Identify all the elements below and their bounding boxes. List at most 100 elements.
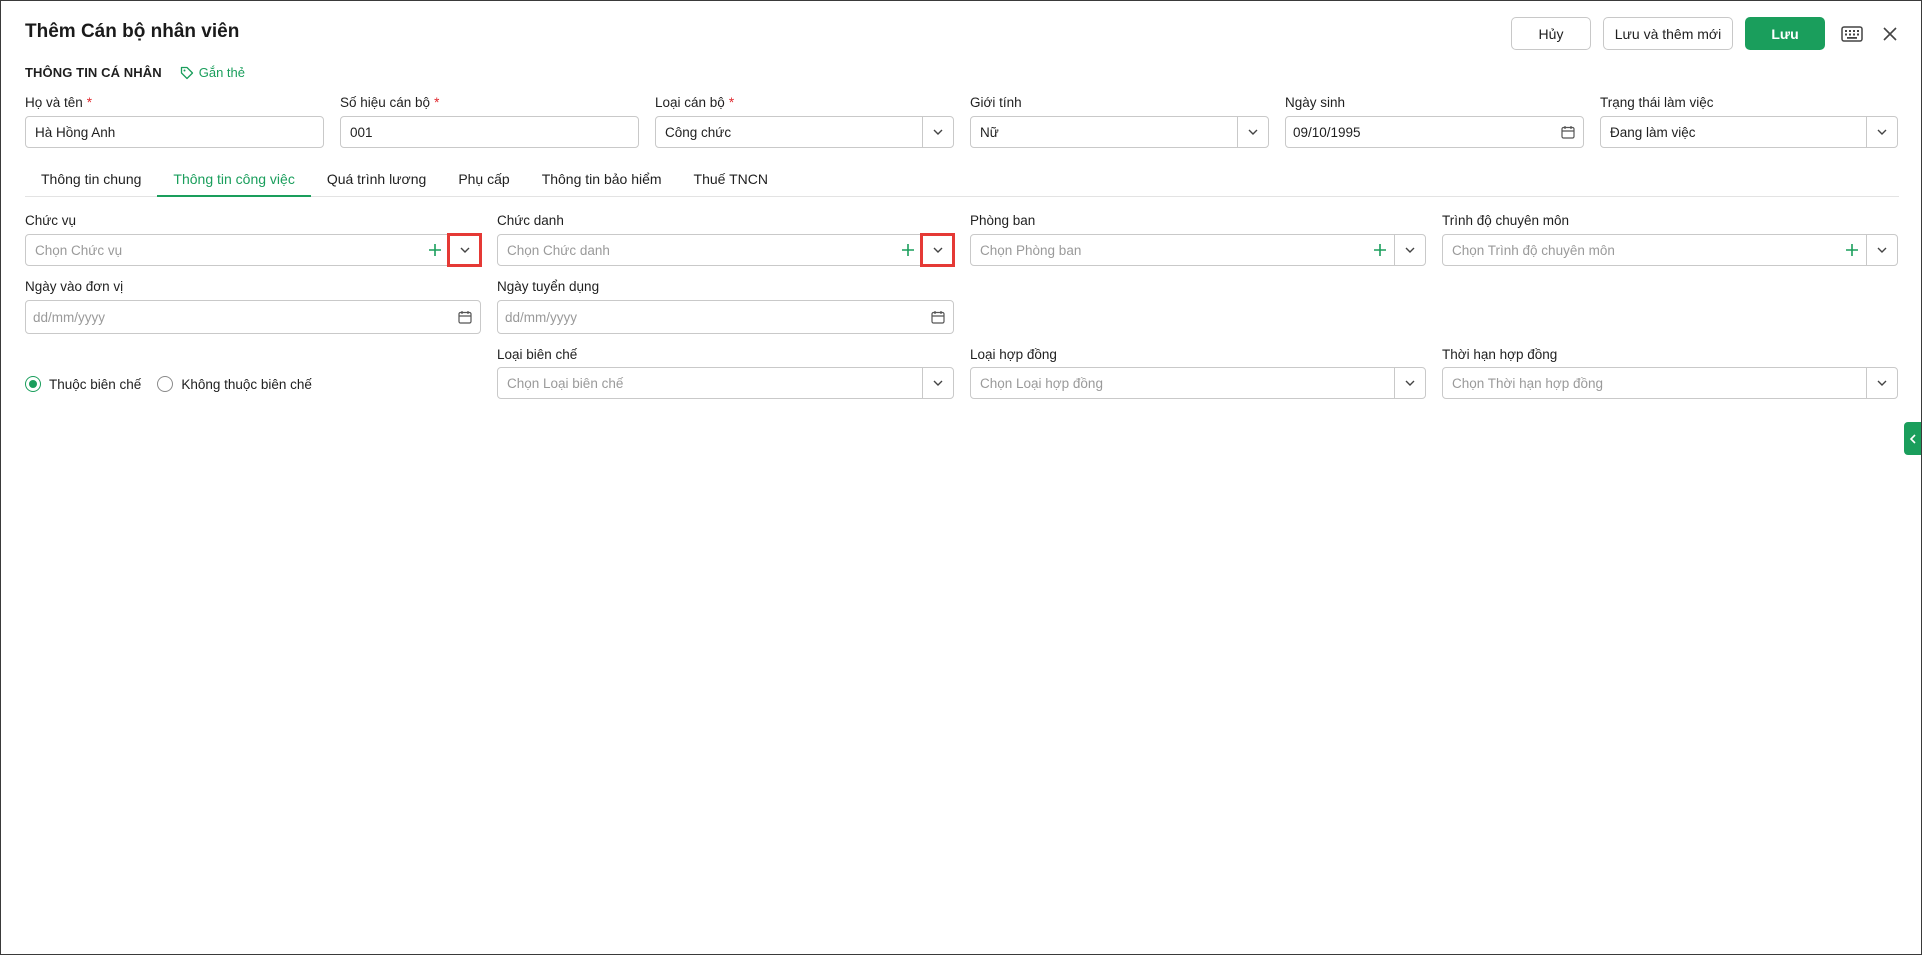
calendar-icon[interactable] <box>923 301 953 333</box>
join-date-field: Ngày vào đơn vị dd/mm/yyyy <box>25 278 481 334</box>
chevron-down-icon[interactable] <box>1866 368 1897 398</box>
add-department-plus-icon[interactable] <box>1366 235 1394 265</box>
radio-in-payroll[interactable]: Thuộc biên chế <box>25 376 141 392</box>
chevron-down-icon[interactable] <box>1237 117 1268 147</box>
full-name-value: Hà Hồng Anh <box>35 124 116 140</box>
contract-type-field: Loại hợp đồng Chọn Loại hợp đồng <box>970 346 1426 399</box>
qualification-select[interactable]: Chọn Trình độ chuyên môn <box>1442 234 1898 266</box>
header-actions: Hủy Lưu và thêm mới Lưu <box>1511 17 1905 50</box>
contract-type-placeholder: Chọn Loại hợp đồng <box>980 375 1103 391</box>
contract-term-select[interactable]: Chọn Thời hạn hợp đồng <box>1442 367 1898 399</box>
radio-unchecked-icon <box>157 376 174 392</box>
tab-insurance[interactable]: Thông tin bảo hiểm <box>526 167 678 197</box>
staff-type-label: Loại cán bộ <box>655 95 725 110</box>
payroll-type-select[interactable]: Chọn Loại biên chế <box>497 367 954 399</box>
chevron-down-icon[interactable] <box>447 233 482 267</box>
contract-term-field: Thời hạn hợp đồng Chọn Thời hạn hợp đồng <box>1442 346 1898 399</box>
join-date-placeholder: dd/mm/yyyy <box>33 309 106 325</box>
qualification-placeholder: Chọn Trình độ chuyên môn <box>1452 242 1615 258</box>
chevron-down-icon[interactable] <box>1866 117 1897 147</box>
personal-info-header: THÔNG TIN CÁ NHÂN Gắn thẻ <box>25 65 245 80</box>
department-select[interactable]: Chọn Phòng ban <box>970 234 1426 266</box>
position-select[interactable]: Chọn Chức vụ <box>25 233 482 267</box>
gender-value: Nữ <box>980 124 999 140</box>
work-status-select[interactable]: Đang làm việc <box>1600 116 1898 148</box>
qualification-field: Trình độ chuyên môn Chọn Trình độ chuyên… <box>1442 212 1898 266</box>
department-label: Phòng ban <box>970 213 1036 228</box>
chevron-down-icon[interactable] <box>920 233 955 267</box>
gender-label: Giới tính <box>970 95 1022 110</box>
join-date-input[interactable]: dd/mm/yyyy <box>25 300 481 334</box>
tab-salary-history[interactable]: Quá trình lương <box>311 167 443 197</box>
required-mark: * <box>434 95 440 110</box>
cancel-button[interactable]: Hủy <box>1511 17 1591 50</box>
add-employee-dialog: Thêm Cán bộ nhân viên Hủy Lưu và thêm mớ… <box>0 0 1922 955</box>
calendar-icon[interactable] <box>450 301 480 333</box>
staff-type-field: Loại cán bộ * Công chức <box>655 94 954 148</box>
radio-checked-icon <box>25 376 41 392</box>
keyboard-icon[interactable] <box>1837 19 1867 49</box>
birthday-label: Ngày sinh <box>1285 95 1346 110</box>
tab-general[interactable]: Thông tin chung <box>25 167 157 197</box>
work-status-field: Trạng thái làm việc Đang làm việc <box>1600 94 1898 148</box>
staff-code-input[interactable]: 001 <box>340 116 639 148</box>
payroll-radio-group: Thuộc biên chế Không thuộc biên chế <box>25 376 328 392</box>
birthday-field: Ngày sinh 09/10/1995 <box>1285 94 1584 148</box>
staff-type-select[interactable]: Công chức <box>655 116 954 148</box>
contract-term-label: Thời hạn hợp đồng <box>1442 347 1558 362</box>
radio-not-in-payroll[interactable]: Không thuộc biên chế <box>157 376 312 392</box>
chevron-down-icon[interactable] <box>1394 368 1425 398</box>
add-job-title-plus-icon[interactable] <box>894 235 922 265</box>
staff-code-label: Số hiệu cán bộ <box>340 95 431 110</box>
tab-income-tax[interactable]: Thuế TNCN <box>678 167 784 197</box>
chevron-down-icon[interactable] <box>922 368 953 398</box>
full-name-input[interactable]: Hà Hồng Anh <box>25 116 324 148</box>
tab-work-info[interactable]: Thông tin công việc <box>157 167 311 197</box>
tab-bar: Thông tin chung Thông tin công việc Quá … <box>25 167 1899 197</box>
chevron-down-icon[interactable] <box>1866 235 1897 265</box>
contract-type-label: Loại hợp đồng <box>970 347 1057 362</box>
chevron-down-icon[interactable] <box>1394 235 1425 265</box>
tab-allowance[interactable]: Phụ cấp <box>442 167 525 197</box>
hire-date-label: Ngày tuyển dụng <box>497 279 600 294</box>
add-position-plus-icon[interactable] <box>421 235 449 265</box>
job-title-field: Chức danh Chọn Chức danh <box>497 212 955 267</box>
side-panel-toggle[interactable] <box>1904 422 1921 455</box>
required-mark: * <box>86 95 93 110</box>
save-button[interactable]: Lưu <box>1745 17 1825 50</box>
work-status-label: Trạng thái làm việc <box>1600 95 1714 110</box>
qualification-label: Trình độ chuyên môn <box>1442 213 1570 228</box>
calendar-icon[interactable] <box>1553 117 1583 147</box>
job-title-label: Chức danh <box>497 213 564 228</box>
staff-type-value: Công chức <box>665 124 732 140</box>
hire-date-input[interactable]: dd/mm/yyyy <box>497 300 954 334</box>
tag-icon <box>180 66 193 79</box>
section-title: THÔNG TIN CÁ NHÂN <box>25 65 162 80</box>
hire-date-placeholder: dd/mm/yyyy <box>505 309 578 325</box>
chevron-left-icon <box>1909 433 1916 444</box>
position-placeholder: Chọn Chức vụ <box>35 242 123 258</box>
birthday-input[interactable]: 09/10/1995 <box>1285 116 1584 148</box>
position-field: Chức vụ Chọn Chức vụ <box>25 212 482 267</box>
chevron-down-icon[interactable] <box>922 117 953 147</box>
save-and-new-button[interactable]: Lưu và thêm mới <box>1603 17 1733 50</box>
dialog-title: Thêm Cán bộ nhân viên <box>25 21 240 42</box>
department-placeholder: Chọn Phòng ban <box>980 242 1082 258</box>
birthday-value: 09/10/1995 <box>1293 124 1361 140</box>
required-mark: * <box>728 95 735 110</box>
tag-link[interactable]: Gắn thẻ <box>180 65 245 80</box>
tag-link-label: Gắn thẻ <box>198 65 246 80</box>
staff-code-field: Số hiệu cán bộ * 001 <box>340 94 639 148</box>
add-qualification-plus-icon[interactable] <box>1838 235 1866 265</box>
full-name-label: Họ và tên <box>25 95 83 110</box>
gender-select[interactable]: Nữ <box>970 116 1269 148</box>
payroll-type-field: Loại biên chế Chọn Loại biên chế <box>497 346 954 399</box>
join-date-label: Ngày vào đơn vị <box>25 279 124 294</box>
close-icon[interactable] <box>1875 19 1905 49</box>
contract-type-select[interactable]: Chọn Loại hợp đồng <box>970 367 1426 399</box>
staff-code-value: 001 <box>350 124 373 140</box>
job-title-select[interactable]: Chọn Chức danh <box>497 233 955 267</box>
radio-in-payroll-label: Thuộc biên chế <box>49 376 142 392</box>
payroll-type-label: Loại biên chế <box>497 347 578 362</box>
position-label: Chức vụ <box>25 213 77 228</box>
